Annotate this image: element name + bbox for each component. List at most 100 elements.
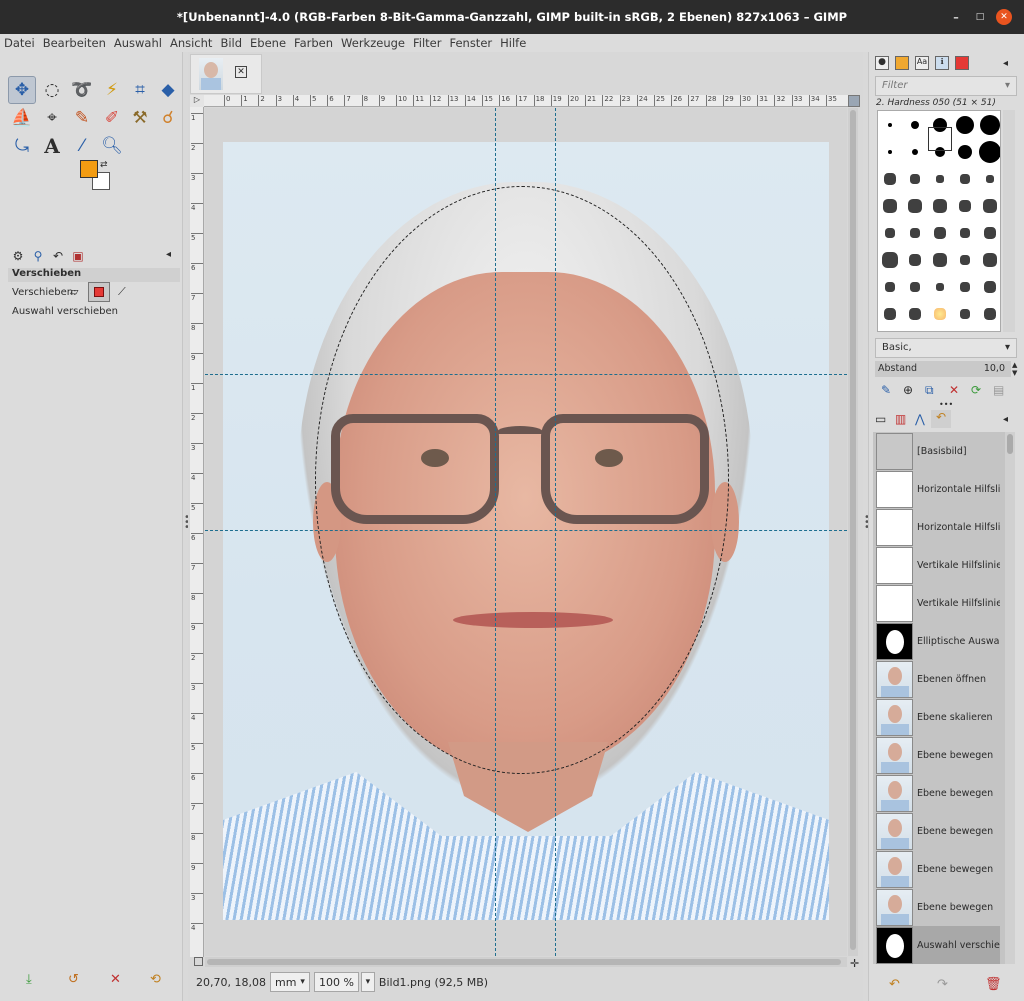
palettes-tab-icon[interactable]: [955, 56, 969, 70]
menu-filter[interactable]: Filter: [413, 36, 441, 50]
vertical-guide[interactable]: [555, 108, 556, 956]
brush-preview[interactable]: [910, 282, 920, 292]
undo-history-tab-icon[interactable]: ↶: [48, 247, 68, 265]
zoom-select[interactable]: 100 %: [313, 972, 359, 992]
move-layer-icon[interactable]: ▱: [70, 285, 78, 298]
paintbrush-tool-icon[interactable]: ✎: [68, 104, 96, 132]
zoom-dropdown-button[interactable]: ▾: [360, 972, 375, 992]
history-item[interactable]: Ebene bewegen: [876, 736, 1000, 774]
maximize-button[interactable]: □: [972, 9, 988, 25]
brush-preview[interactable]: [933, 199, 947, 213]
brush-preview[interactable]: [959, 200, 971, 212]
horizontal-guide[interactable]: [205, 530, 847, 531]
history-scrollbar[interactable]: [1005, 432, 1015, 964]
save-tool-preset-icon[interactable]: ⤓: [26, 972, 32, 987]
history-item[interactable]: Ebene skalieren: [876, 698, 1000, 736]
history-item[interactable]: Horizontale Hilfslinie: [876, 508, 1000, 546]
toggle-quick-mask-icon[interactable]: [194, 957, 203, 966]
brush-preview[interactable]: [909, 254, 921, 266]
zoom-fit-icon[interactable]: [848, 95, 860, 107]
menu-bild[interactable]: Bild: [220, 36, 242, 50]
panel-menu-icon[interactable]: ◂: [1003, 414, 1008, 425]
history-item[interactable]: [Basisbild]: [876, 432, 1000, 470]
brush-preset-select[interactable]: Basic, ▾: [875, 338, 1017, 358]
brush-preview[interactable]: [909, 308, 921, 320]
spacing-slider[interactable]: Abstand 10,0: [875, 361, 1011, 377]
brush-preview[interactable]: [888, 123, 892, 127]
undo-icon[interactable]: ↶: [889, 977, 900, 992]
vertical-guide[interactable]: [495, 108, 496, 956]
brush-preview[interactable]: [888, 150, 892, 154]
unified-transform-tool-icon[interactable]: ◆: [154, 76, 182, 104]
fuzzy-select-tool-icon[interactable]: ⚡: [98, 76, 126, 104]
new-brush-icon[interactable]: ⊕: [903, 383, 913, 397]
swap-colors-icon[interactable]: ⇄: [100, 160, 108, 170]
crop-tool-icon[interactable]: ⌗: [126, 76, 154, 104]
history-item[interactable]: Ebene bewegen: [876, 774, 1000, 812]
duplicate-brush-icon[interactable]: ⧉: [925, 383, 934, 398]
paths-tab-icon[interactable]: ⋀: [915, 412, 925, 426]
reset-tool-preset-icon[interactable]: ⟲: [150, 972, 161, 987]
unit-select[interactable]: mm ▾: [269, 972, 310, 992]
foreground-color-swatch[interactable]: [80, 160, 98, 178]
brush-preview[interactable]: [984, 281, 996, 293]
brush-preview[interactable]: [884, 173, 896, 185]
channels-tab-icon[interactable]: ▥: [895, 412, 906, 426]
text-tool-icon[interactable]: A: [38, 132, 66, 160]
brushes-tab-icon[interactable]: ●: [875, 56, 889, 70]
history-item[interactable]: Ebene bewegen: [876, 888, 1000, 926]
brush-preview[interactable]: [960, 282, 970, 292]
brush-preview[interactable]: [984, 227, 996, 239]
menu-farben[interactable]: Farben: [294, 36, 333, 50]
zoom-tool-icon[interactable]: 🔍︎: [98, 132, 126, 160]
eraser-tool-icon[interactable]: ✐: [98, 104, 126, 132]
menu-ebene[interactable]: Ebene: [250, 36, 286, 50]
brush-grid[interactable]: [877, 110, 1001, 332]
edit-brush-icon[interactable]: ✎: [881, 383, 891, 397]
brush-preview[interactable]: [908, 199, 922, 213]
history-item[interactable]: Vertikale Hilfslinie hi: [876, 546, 1000, 584]
brush-preview[interactable]: [882, 252, 898, 268]
fonts-tab-icon[interactable]: Aa: [915, 56, 929, 70]
brush-preview[interactable]: [986, 175, 994, 183]
undo-history-tab-icon[interactable]: ↶: [931, 410, 951, 428]
brush-preview[interactable]: [883, 199, 897, 213]
menu-ansicht[interactable]: Ansicht: [170, 36, 212, 50]
document-history-tab-icon[interactable]: ℹ: [935, 56, 949, 70]
history-item[interactable]: Ebene bewegen: [876, 812, 1000, 850]
brush-preview[interactable]: [910, 174, 920, 184]
history-item[interactable]: Ebenen öffnen: [876, 660, 1000, 698]
vertical-scroll-thumb[interactable]: [850, 110, 856, 950]
history-item[interactable]: Ebene bewegen: [876, 850, 1000, 888]
tool-options-tab-icon[interactable]: ⚙: [8, 247, 28, 265]
vertical-ruler[interactable]: 1 2 3 4 5 6 7 8 9 1 2 3 4 5 6 7 8 9 2 3 4 5 6 7 8 9 3 4: [190, 107, 204, 957]
canvas-viewport[interactable]: [205, 108, 847, 956]
quick-mask-corner-icon[interactable]: ▷: [190, 95, 204, 107]
close-image-tab-icon[interactable]: ✕: [235, 66, 247, 78]
brush-preview[interactable]: [910, 228, 920, 238]
move-selection-button[interactable]: [88, 282, 110, 302]
menu-fenster[interactable]: Fenster: [449, 36, 492, 50]
brush-preview[interactable]: [979, 141, 1000, 163]
brush-preview[interactable]: [933, 253, 947, 267]
panel-menu-icon[interactable]: ◂: [166, 249, 171, 260]
redo-icon[interactable]: ↷: [937, 977, 948, 992]
warp-tool-icon[interactable]: ⛵: [8, 104, 36, 132]
brush-preview[interactable]: [934, 227, 946, 239]
brush-preview[interactable]: [934, 308, 946, 320]
brush-filter-input[interactable]: Filter ▾: [875, 76, 1017, 96]
ellipse-select-tool-icon[interactable]: ◌: [38, 76, 66, 104]
images-tab-icon[interactable]: ▣: [68, 247, 88, 265]
paint-select-tool-icon[interactable]: ⌖: [38, 104, 66, 132]
color-picker-tool-icon[interactable]: ⁄: [68, 132, 96, 160]
vertical-scrollbar[interactable]: [848, 108, 858, 956]
image-tab[interactable]: ✕: [190, 54, 262, 94]
history-item[interactable]: Vertikale Hilfslinie hi: [876, 584, 1000, 622]
brush-preview[interactable]: [983, 199, 997, 213]
device-status-tab-icon[interactable]: ⚲: [28, 247, 48, 265]
horizontal-scroll-thumb[interactable]: [207, 959, 841, 965]
refresh-brushes-icon[interactable]: ⟳: [971, 383, 981, 397]
history-scroll-thumb[interactable]: [1007, 434, 1013, 454]
lasso-tool-icon[interactable]: ➰: [68, 76, 96, 104]
menu-datei[interactable]: Datei: [4, 36, 35, 50]
